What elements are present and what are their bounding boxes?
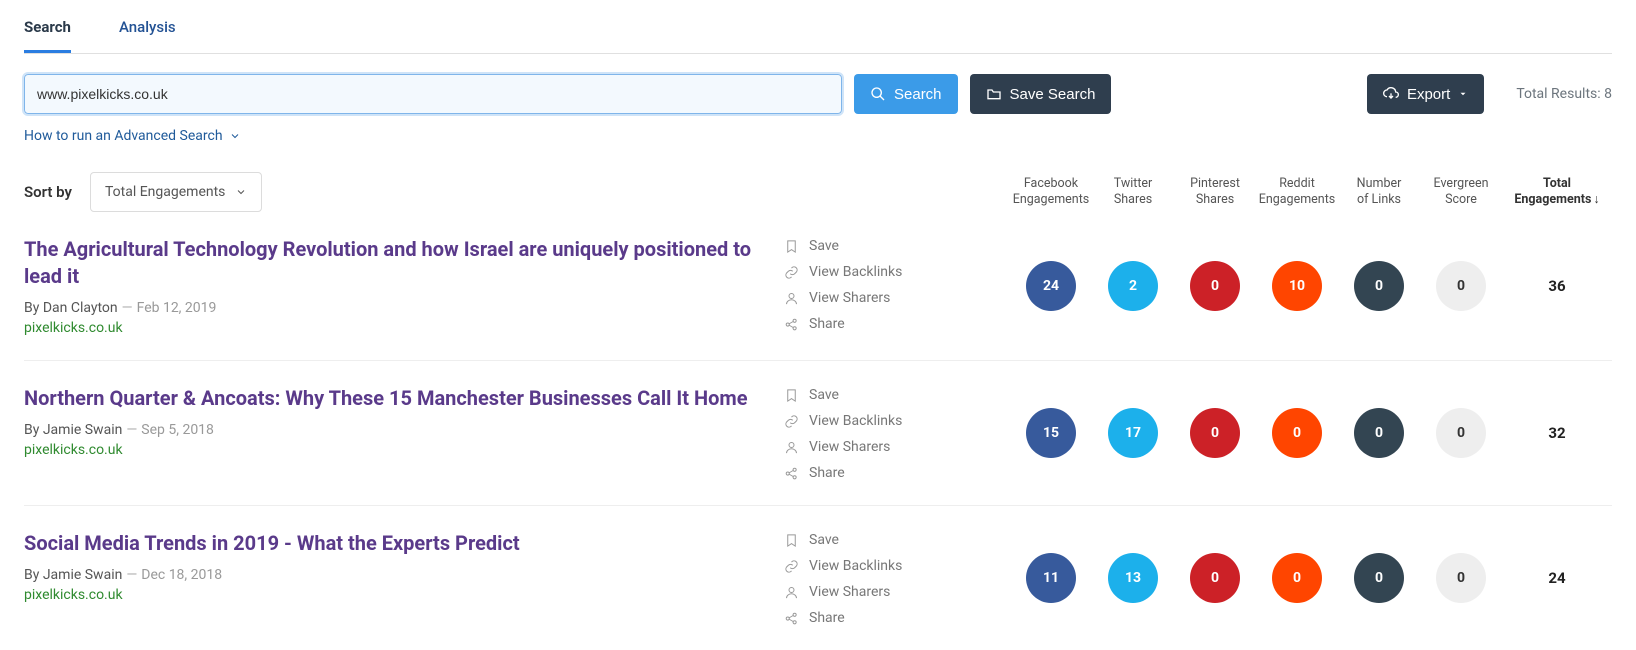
action-share[interactable]: Share bbox=[784, 465, 944, 481]
metric-total: 24 bbox=[1548, 569, 1565, 587]
col-links[interactable]: Numberof Links bbox=[1338, 176, 1420, 209]
result-date: Dec 18, 2018 bbox=[141, 567, 222, 583]
result-row: The Agricultural Technology Revolution a… bbox=[24, 212, 1612, 361]
advanced-search-label: How to run an Advanced Search bbox=[24, 128, 223, 144]
save-search-button[interactable]: Save Search bbox=[970, 74, 1112, 114]
metric-pinterest: 0 bbox=[1190, 261, 1240, 311]
metric-twitter: 17 bbox=[1108, 408, 1158, 458]
result-title[interactable]: Social Media Trends in 2019 - What the E… bbox=[24, 530, 764, 557]
metric-facebook: 15 bbox=[1026, 408, 1076, 458]
tab-search[interactable]: Search bbox=[24, 18, 71, 53]
results-header: Sort by Total Engagements FacebookEngage… bbox=[24, 172, 1612, 212]
action-backlinks[interactable]: View Backlinks bbox=[784, 558, 944, 574]
tabs: Search Analysis bbox=[24, 0, 1612, 54]
link-icon bbox=[784, 414, 799, 429]
col-pinterest[interactable]: PinterestShares bbox=[1174, 176, 1256, 209]
metric-twitter: 2 bbox=[1108, 261, 1158, 311]
action-share[interactable]: Share bbox=[784, 610, 944, 626]
action-sharers[interactable]: View Sharers bbox=[784, 439, 944, 455]
total-results: Total Results: 8 bbox=[1516, 86, 1612, 102]
metric-evergreen: 0 bbox=[1436, 261, 1486, 311]
user-icon bbox=[784, 440, 799, 455]
result-title[interactable]: Northern Quarter & Ancoats: Why These 15… bbox=[24, 385, 764, 412]
share-icon bbox=[784, 466, 799, 481]
result-byline: By Jamie Swain—Sep 5, 2018 bbox=[24, 422, 764, 438]
result-title[interactable]: The Agricultural Technology Revolution a… bbox=[24, 236, 764, 290]
metric-reddit: 0 bbox=[1272, 553, 1322, 603]
result-row: Northern Quarter & Ancoats: Why These 15… bbox=[24, 361, 1612, 506]
metric-facebook: 11 bbox=[1026, 553, 1076, 603]
chevron-down-icon bbox=[235, 186, 247, 198]
col-reddit[interactable]: RedditEngagements bbox=[1256, 176, 1338, 209]
sortby-label: Sort by bbox=[24, 183, 72, 201]
search-input[interactable] bbox=[24, 74, 842, 114]
result-author: Jamie Swain bbox=[43, 422, 123, 438]
save-search-label: Save Search bbox=[1010, 86, 1096, 103]
user-icon bbox=[784, 585, 799, 600]
advanced-search-link[interactable]: How to run an Advanced Search bbox=[24, 128, 241, 144]
metric-evergreen: 0 bbox=[1436, 553, 1486, 603]
bookmark-icon bbox=[784, 533, 799, 548]
search-row: Search Save Search Export Total Results:… bbox=[24, 74, 1612, 114]
search-icon bbox=[870, 86, 886, 102]
result-domain[interactable]: pixelkicks.co.uk bbox=[24, 320, 764, 336]
metric-twitter: 13 bbox=[1108, 553, 1158, 603]
export-button[interactable]: Export bbox=[1367, 74, 1484, 114]
metric-links: 0 bbox=[1354, 408, 1404, 458]
sort-select-value: Total Engagements bbox=[105, 184, 225, 200]
action-sharers[interactable]: View Sharers bbox=[784, 290, 944, 306]
sort-select[interactable]: Total Engagements bbox=[90, 172, 262, 212]
export-label: Export bbox=[1407, 86, 1450, 103]
col-facebook[interactable]: FacebookEngagements bbox=[1010, 176, 1092, 209]
tab-analysis[interactable]: Analysis bbox=[119, 18, 176, 53]
action-backlinks[interactable]: View Backlinks bbox=[784, 264, 944, 280]
metric-pinterest: 0 bbox=[1190, 553, 1240, 603]
share-icon bbox=[784, 611, 799, 626]
result-domain[interactable]: pixelkicks.co.uk bbox=[24, 442, 764, 458]
result-date: Sep 5, 2018 bbox=[141, 422, 214, 438]
result-byline: By Jamie Swain—Dec 18, 2018 bbox=[24, 567, 764, 583]
metric-pinterest: 0 bbox=[1190, 408, 1240, 458]
result-domain[interactable]: pixelkicks.co.uk bbox=[24, 587, 764, 603]
action-backlinks[interactable]: View Backlinks bbox=[784, 413, 944, 429]
metric-reddit: 10 bbox=[1272, 261, 1322, 311]
col-total[interactable]: TotalEngagements↓ bbox=[1502, 176, 1612, 209]
result-date: Feb 12, 2019 bbox=[137, 300, 217, 316]
link-icon bbox=[784, 265, 799, 280]
action-save[interactable]: Save bbox=[784, 532, 944, 548]
metric-total: 32 bbox=[1548, 424, 1565, 442]
col-twitter[interactable]: TwitterShares bbox=[1092, 176, 1174, 209]
metric-facebook: 24 bbox=[1026, 261, 1076, 311]
action-save[interactable]: Save bbox=[784, 238, 944, 254]
col-evergreen[interactable]: EvergreenScore bbox=[1420, 176, 1502, 209]
cloud-download-icon bbox=[1383, 86, 1399, 102]
share-icon bbox=[784, 317, 799, 332]
metric-links: 0 bbox=[1354, 261, 1404, 311]
result-author: Jamie Swain bbox=[43, 567, 123, 583]
user-icon bbox=[784, 291, 799, 306]
metric-links: 0 bbox=[1354, 553, 1404, 603]
action-share[interactable]: Share bbox=[784, 316, 944, 332]
metric-total: 36 bbox=[1548, 277, 1565, 295]
metric-reddit: 0 bbox=[1272, 408, 1322, 458]
search-button-label: Search bbox=[894, 86, 942, 103]
sort-arrow-down-icon: ↓ bbox=[1593, 192, 1599, 207]
bookmark-icon bbox=[784, 388, 799, 403]
bookmark-icon bbox=[784, 239, 799, 254]
folder-icon bbox=[986, 86, 1002, 102]
metric-evergreen: 0 bbox=[1436, 408, 1486, 458]
action-save[interactable]: Save bbox=[784, 387, 944, 403]
chevron-down-icon bbox=[229, 130, 241, 142]
result-row: Social Media Trends in 2019 - What the E… bbox=[24, 506, 1612, 650]
search-button[interactable]: Search bbox=[854, 74, 958, 114]
action-sharers[interactable]: View Sharers bbox=[784, 584, 944, 600]
result-byline: By Dan Clayton—Feb 12, 2019 bbox=[24, 300, 764, 316]
result-author: Dan Clayton bbox=[43, 300, 118, 316]
link-icon bbox=[784, 559, 799, 574]
caret-down-icon bbox=[1458, 89, 1468, 99]
